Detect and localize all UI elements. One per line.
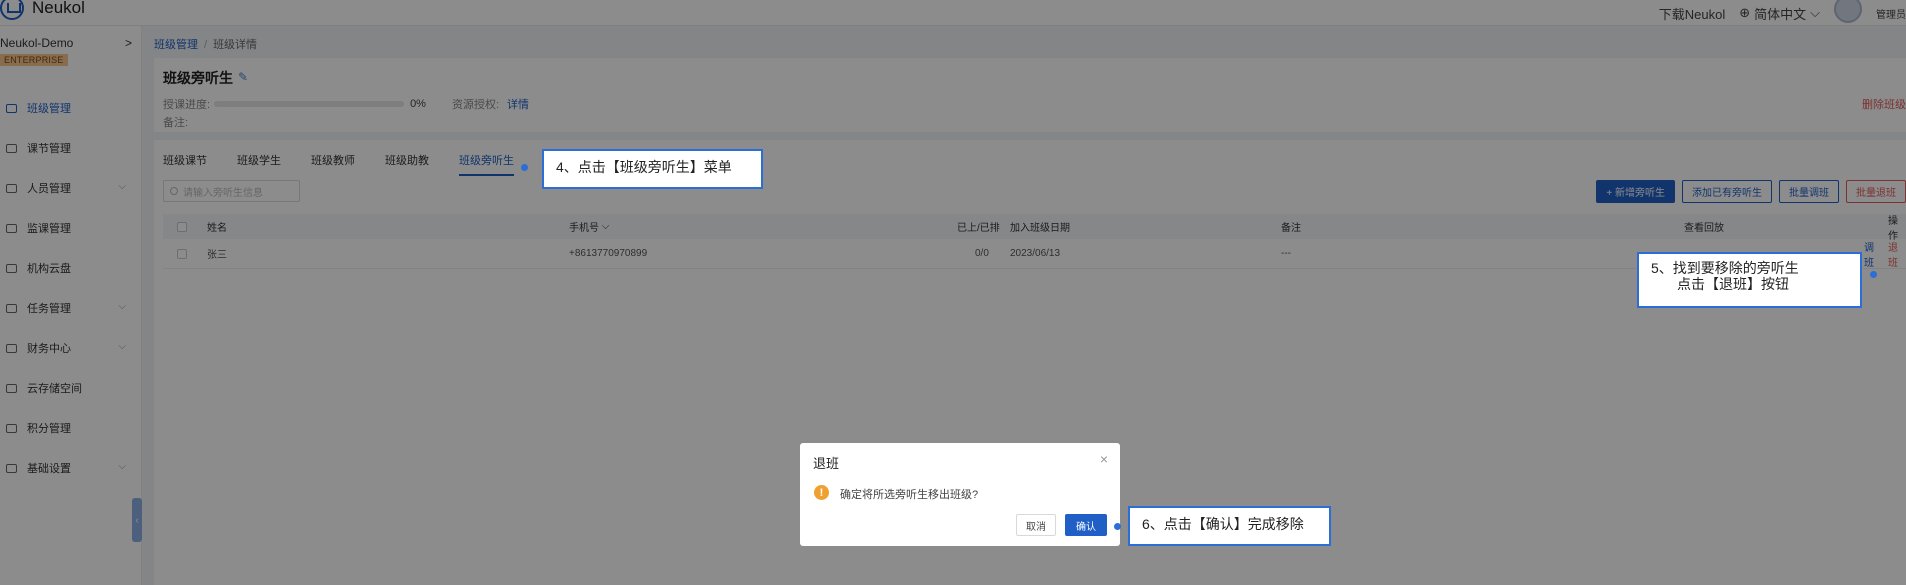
step5-dot <box>1870 271 1877 278</box>
confirm-button[interactable]: 确认 <box>1065 514 1107 536</box>
step6-text: 6、点击【确认】完成移除 <box>1142 516 1304 532</box>
dialog-message: 确定将所选旁听生移出班级? <box>840 489 979 501</box>
step5-text-line2: 点击【退班】按钮 <box>1677 276 1789 292</box>
step4-dot <box>521 164 528 171</box>
step4-callout: 4、点击【班级旁听生】菜单 <box>542 149 763 189</box>
step6-callout: 6、点击【确认】完成移除 <box>1128 506 1331 546</box>
dialog-title: 退班 <box>813 456 840 471</box>
exit-class-dialog: 退班 × ! 确定将所选旁听生移出班级? 取消 确认 <box>800 443 1120 546</box>
step5-text-line1: 5、找到要移除的旁听生 <box>1651 260 1799 276</box>
step4-text: 4、点击【班级旁听生】菜单 <box>556 159 732 175</box>
step5-callout: 5、找到要移除的旁听生 点击【退班】按钮 <box>1637 252 1862 308</box>
close-icon[interactable]: × <box>1100 451 1108 467</box>
cancel-button[interactable]: 取消 <box>1016 514 1056 536</box>
step6-dot <box>1114 523 1121 530</box>
warning-icon: ! <box>814 485 829 500</box>
